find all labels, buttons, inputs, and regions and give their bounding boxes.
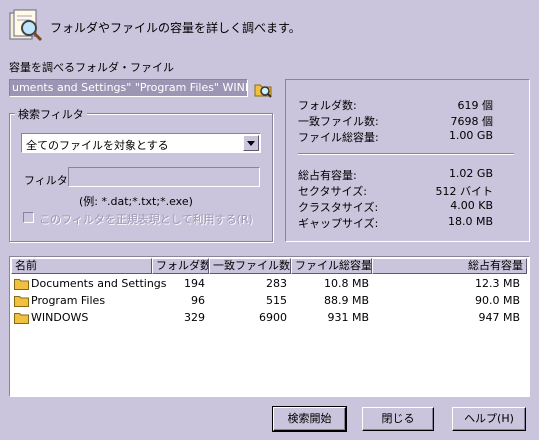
sector-label: セクタサイズ: (298, 185, 367, 198)
dropdown-button[interactable] (243, 135, 259, 151)
row-occupied: 90.0 MB (474, 294, 520, 307)
row-total: 88.9 MB (323, 294, 369, 307)
results-table[interactable]: 名前 フォルダ数 一致ファイル数 ファイル総容量 総占有容量 Documents… (9, 256, 530, 397)
match-count-value: 7698 個 (450, 115, 494, 128)
total-size-value: 1.00 GB (448, 129, 493, 142)
cluster-label: クラスタサイズ: (298, 201, 379, 214)
filter-mode-select[interactable]: 全てのファイルを対象とする (21, 133, 261, 153)
regex-label[interactable]: このフィルタを正規表現として利用する(R) (39, 211, 253, 227)
help-button[interactable]: ヘルプ(H) (452, 407, 526, 431)
row-files: 515 (266, 294, 287, 307)
folder-icon (14, 313, 29, 324)
folder-count-label: フォルダ数: (298, 99, 357, 112)
stats-divider (298, 153, 514, 155)
table-row[interactable]: Documents and Settings 194 283 10.8 MB 1… (10, 275, 527, 292)
folder-icon (14, 279, 29, 290)
row-total: 10.8 MB (323, 277, 369, 290)
row-folders: 329 (184, 311, 205, 324)
table-row[interactable]: WINDOWS 329 6900 931 MB 947 MB (10, 309, 527, 326)
row-folders: 96 (191, 294, 205, 307)
close-button[interactable]: 閉じる (362, 407, 434, 431)
row-name: WINDOWS (31, 311, 89, 324)
row-total: 931 MB (327, 311, 369, 324)
column-header-folders[interactable]: フォルダ数 (152, 258, 209, 274)
gap-label: ギャップサイズ: (298, 217, 379, 230)
row-name: Documents and Settings (31, 277, 167, 290)
gap-value: 18.0 MB (447, 215, 493, 228)
filter-mode-value: 全てのファイルを対象とする (26, 139, 169, 152)
row-name: Program Files (31, 294, 106, 307)
row-files: 283 (266, 277, 287, 290)
filter-hint: (例: *.dat;*.txt;*.exe) (79, 195, 193, 208)
folder-count-value: 619 個 (457, 99, 494, 112)
filter-group-title: 検索フィルタ (15, 106, 87, 122)
total-size-label: ファイル総容量: (298, 131, 379, 144)
chevron-down-icon (247, 140, 255, 146)
sector-value: 512 バイト (435, 185, 494, 198)
browse-folder-icon[interactable] (253, 79, 273, 99)
match-count-label: 一致ファイル数: (298, 115, 379, 128)
header-description: フォルダやファイルの容量を詳しく調べます。 (50, 21, 301, 35)
magnifier-document-icon (9, 9, 43, 42)
occupied-value: 1.02 GB (448, 167, 493, 180)
filter-input[interactable] (68, 167, 260, 187)
path-input[interactable]: uments and Settings" "Program Files" WIN… (9, 79, 248, 97)
path-label: 容量を調べるフォルダ・ファイル (9, 61, 174, 74)
row-folders: 194 (184, 277, 205, 290)
folder-icon (14, 296, 29, 307)
row-occupied: 947 MB (478, 311, 520, 324)
row-files: 6900 (259, 311, 287, 324)
row-occupied: 12.3 MB (474, 277, 520, 290)
occupied-label: 総占有容量: (298, 169, 357, 182)
column-header-files[interactable]: 一致ファイル数 (209, 258, 291, 274)
search-start-button[interactable]: 検索開始 (272, 406, 347, 432)
column-header-total[interactable]: ファイル総容量 (291, 258, 372, 274)
table-row[interactable]: Program Files 96 515 88.9 MB 90.0 MB (10, 292, 527, 309)
column-header-name[interactable]: 名前 (11, 258, 152, 274)
column-header-occupied[interactable]: 総占有容量 (372, 258, 527, 274)
regex-checkbox[interactable] (23, 212, 34, 223)
cluster-value: 4.00 KB (450, 199, 493, 212)
